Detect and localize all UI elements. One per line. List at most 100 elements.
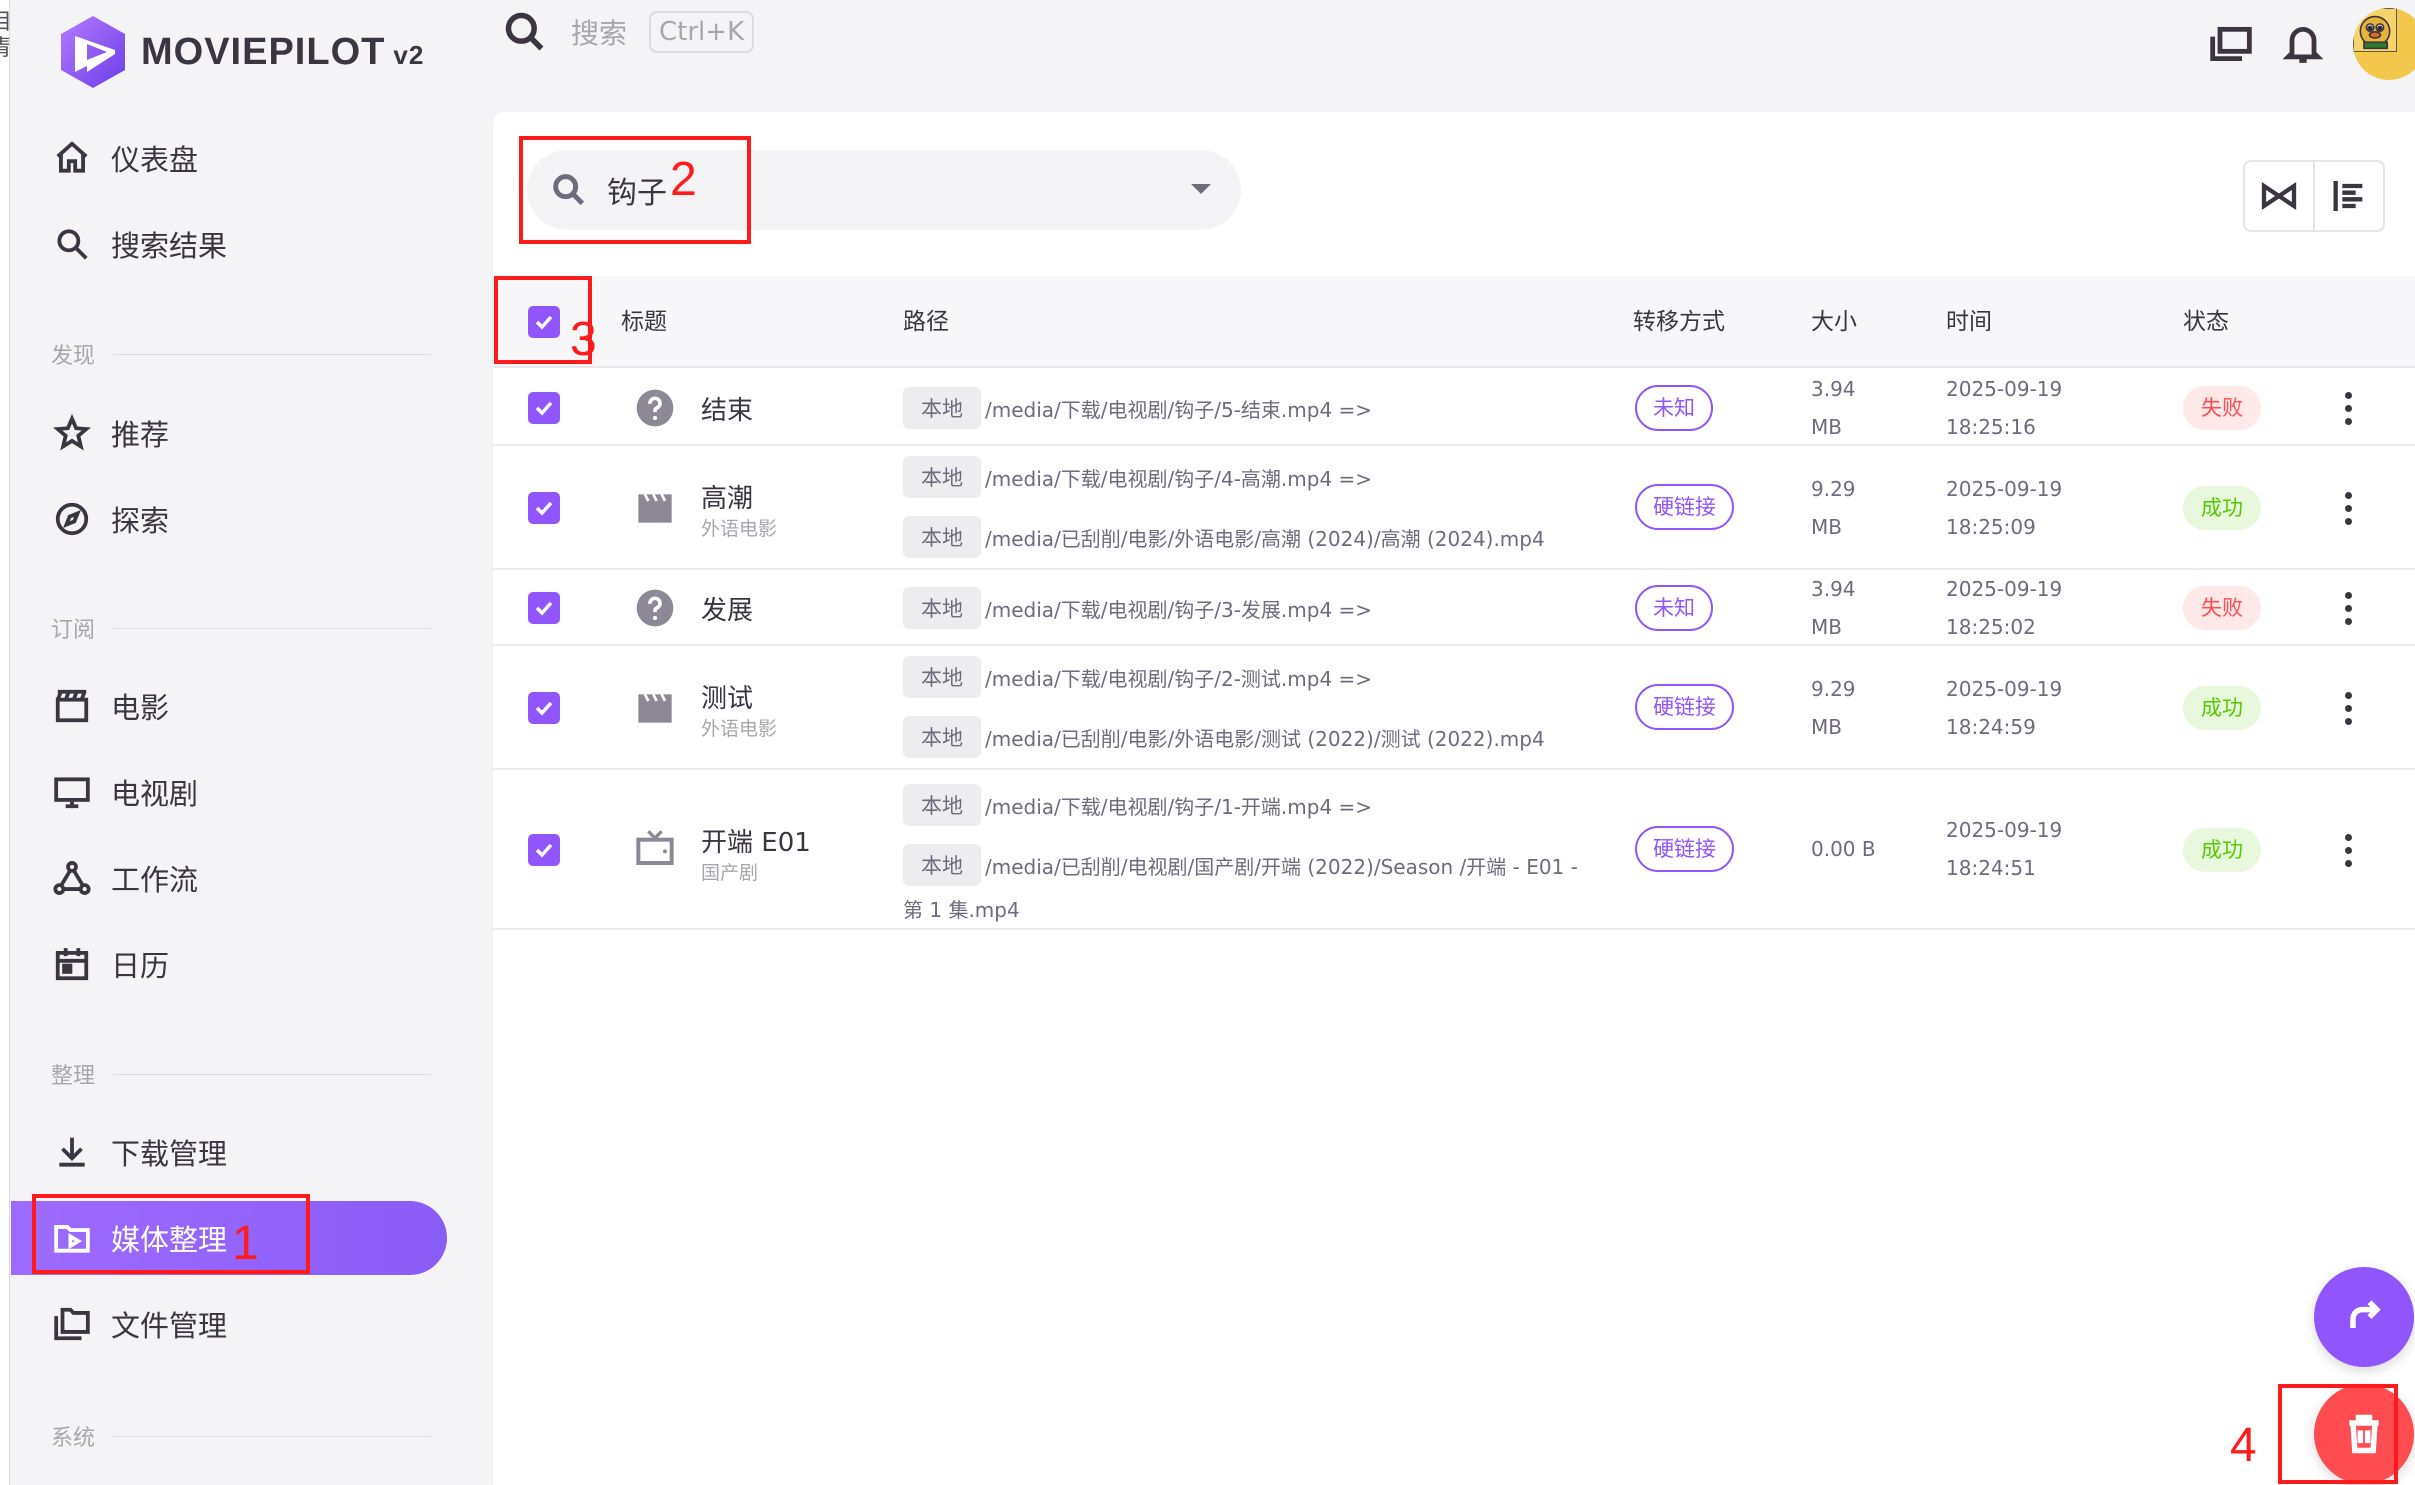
source-path: 本地/media/下载/电视剧/钩子/3-发展.mp4 => — [903, 587, 1372, 629]
list-view-button[interactable] — [2315, 162, 2383, 230]
storage-tag: 本地 — [903, 587, 981, 629]
clock-text: 18:24:51 — [1946, 856, 2036, 880]
path-text: /media/已刮削/电影/外语电影/测试 (2022)/测试 (2022).m… — [985, 726, 1545, 751]
movie-clapper-icon — [55, 689, 89, 723]
row-title: 测试 — [701, 684, 754, 714]
more-vert-icon[interactable] — [2345, 692, 2353, 726]
path-text: /media/下载/电视剧/钩子/4-高潮.mp4 => — [985, 466, 1373, 491]
more-vert-icon[interactable] — [2345, 392, 2353, 426]
path-text: /media/已刮削/电影/外语电影/高潮 (2024)/高潮 (2024).m… — [985, 526, 1545, 551]
size-unit: MB — [1811, 615, 1842, 639]
row-checkbox[interactable] — [528, 492, 560, 524]
sidebar-item-recommend[interactable]: 推荐 — [11, 396, 447, 470]
header-transfer[interactable]: 转移方式 — [1633, 276, 1725, 368]
annotation-box-2 — [519, 136, 751, 244]
size-value: 9.29 — [1811, 677, 1856, 701]
header-path[interactable]: 路径 — [903, 276, 949, 368]
shortcut-badge: Ctrl+K — [649, 11, 755, 53]
sidebar-item-file-manager[interactable]: 文件管理 — [11, 1287, 447, 1361]
row-checkbox[interactable] — [528, 692, 560, 724]
window-switch-icon[interactable] — [2209, 22, 2253, 66]
table-row[interactable]: 结束 本地/media/下载/电视剧/钩子/5-结束.mp4 => 未知 3.9… — [493, 370, 2415, 446]
more-vert-icon[interactable] — [2345, 492, 2353, 526]
window-edge: 目 青 i — [0, 0, 10, 1485]
sidebar-item-downloads[interactable]: 下载管理 — [11, 1115, 447, 1189]
transfer-chip: 硬链接 — [1635, 826, 1734, 872]
check-icon — [535, 701, 553, 716]
group-view-button[interactable] — [2245, 162, 2315, 230]
size-value: 3.94 — [1811, 577, 1856, 601]
dest-path: 本地/media/已刮削/电影/外语电影/测试 (2022)/测试 (2022)… — [903, 716, 1545, 758]
size-value: 0.00 B — [1811, 837, 1876, 861]
table-row[interactable]: 高潮 外语电影 本地/media/下载/电视剧/钩子/4-高潮.mp4 => 本… — [493, 446, 2415, 570]
row-subtitle: 外语电影 — [701, 518, 778, 540]
path-text: /media/下载/电视剧/钩子/1-开端.mp4 => — [985, 794, 1373, 819]
path-text: /media/下载/电视剧/钩子/2-测试.mp4 => — [985, 666, 1373, 691]
row-checkbox[interactable] — [528, 834, 560, 866]
section-system: 系统 — [51, 1420, 431, 1452]
size-value: 9.29 — [1811, 477, 1856, 501]
sidebar-item-search-results[interactable]: 搜索结果 — [11, 207, 447, 281]
sidebar-item-workflow[interactable]: 工作流 — [11, 841, 447, 915]
dest-path-continued: 第 1 集.mp4 — [903, 898, 1020, 922]
row-checkbox[interactable] — [528, 592, 560, 624]
search-icon — [57, 229, 88, 260]
table-row[interactable]: 测试 外语电影 本地/media/下载/电视剧/钩子/2-测试.mp4 => 本… — [493, 646, 2415, 770]
source-path: 本地/media/下载/电视剧/钩子/2-测试.mp4 => — [903, 656, 1372, 698]
monitor-icon — [54, 777, 90, 809]
size-unit: MB — [1811, 715, 1842, 739]
avatar[interactable] — [2353, 8, 2415, 80]
header-title[interactable]: 标题 — [621, 276, 667, 368]
date-text: 2025-09-19 — [1946, 577, 2063, 601]
sidebar-item-label: 工作流 — [111, 863, 199, 897]
section-discover: 发现 — [51, 338, 431, 370]
view-toggle — [2243, 160, 2385, 232]
check-icon — [535, 601, 553, 616]
storage-tag: 本地 — [903, 656, 981, 698]
path-text: /media/下载/电视剧/钩子/5-结束.mp4 => — [985, 397, 1373, 422]
table-row[interactable]: 开端 E01 国产剧 本地/media/下载/电视剧/钩子/1-开端.mp4 =… — [493, 770, 2415, 930]
redo-transfer-button[interactable] — [2314, 1267, 2414, 1367]
clapperboard-icon — [638, 493, 672, 523]
annotation-number-1: 1 — [232, 1217, 259, 1270]
header-status[interactable]: 状态 — [2183, 276, 2229, 368]
sidebar-item-calendar[interactable]: 日历 — [11, 927, 447, 1001]
global-search[interactable]: 搜索 Ctrl+K — [503, 10, 755, 54]
date-text: 2025-09-19 — [1946, 477, 2063, 501]
sidebar-item-label: 推荐 — [111, 418, 170, 452]
redo-arrow-icon — [2350, 1300, 2381, 1328]
status-badge: 成功 — [2183, 686, 2261, 730]
more-vert-icon[interactable] — [2345, 834, 2353, 868]
calendar-icon — [55, 948, 89, 981]
date-text: 2025-09-19 — [1946, 677, 2063, 701]
table-row[interactable]: 发展 本地/media/下载/电视剧/钩子/3-发展.mp4 => 未知 3.9… — [493, 570, 2415, 646]
timestamp: 2025-09-19 18:25:02 — [1946, 570, 2062, 646]
row-title: 发展 — [701, 596, 754, 626]
size-unit: MB — [1811, 515, 1842, 539]
sidebar-item-label: 电影 — [111, 691, 170, 725]
timestamp: 2025-09-19 18:25:16 — [1946, 370, 2062, 446]
folders-icon — [54, 1307, 90, 1341]
chevron-down-icon[interactable] — [1191, 184, 1211, 194]
sidebar-item-movies[interactable]: 电影 — [11, 669, 447, 743]
sidebar-item-explore[interactable]: 探索 — [11, 482, 447, 556]
source-path: 本地/media/下载/电视剧/钩子/1-开端.mp4 => — [903, 784, 1372, 826]
clock-text: 18:24:59 — [1946, 715, 2036, 739]
bell-icon[interactable] — [2281, 22, 2325, 66]
workflow-icon — [53, 861, 91, 895]
sidebar-item-label: 日历 — [111, 949, 170, 983]
question-icon — [636, 389, 674, 427]
header-size[interactable]: 大小 — [1811, 276, 1857, 368]
header-time[interactable]: 时间 — [1946, 276, 1992, 368]
top-actions — [2209, 8, 2415, 80]
file-size: 3.94 MB — [1811, 570, 1856, 646]
sidebar-item-dashboard[interactable]: 仪表盘 — [11, 121, 447, 195]
logo[interactable]: MOVIEPILOT v2 — [57, 14, 424, 90]
row-checkbox[interactable] — [528, 392, 560, 424]
list-icon — [2333, 181, 2363, 211]
table-header: 标题 路径 转移方式 大小 时间 状态 — [493, 276, 2415, 368]
app-name: MOVIEPILOT — [141, 30, 386, 73]
star-icon — [53, 414, 91, 451]
more-vert-icon[interactable] — [2345, 592, 2353, 626]
sidebar-item-tv[interactable]: 电视剧 — [11, 755, 447, 829]
